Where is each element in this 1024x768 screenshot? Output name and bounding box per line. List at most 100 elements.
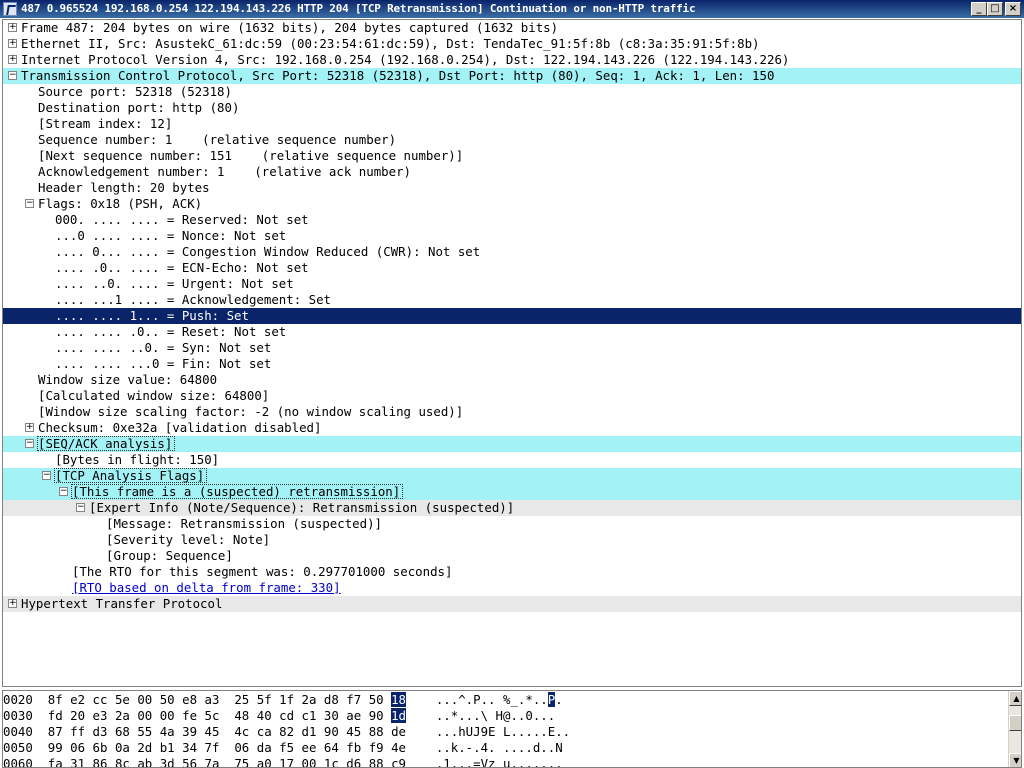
hex-ascii-selected[interactable]: P: [547, 692, 556, 707]
hex-byte[interactable]: 45: [346, 724, 361, 739]
hex-byte[interactable]: 3d: [160, 756, 175, 767]
tree-row-link[interactable]: [RTO based on delta from frame: 330]: [72, 580, 341, 596]
hex-byte[interactable]: 34: [182, 740, 197, 755]
hex-byte[interactable]: 90: [324, 724, 339, 739]
expand-plus-icon[interactable]: +: [25, 423, 34, 432]
hex-byte[interactable]: 55: [137, 724, 152, 739]
packet-details-tree[interactable]: + Frame 487: 204 bytes on wire (1632 bits…: [2, 19, 1022, 687]
hex-byte[interactable]: 4a: [160, 724, 175, 739]
tree-row[interactable]: − Flags: 0x18 (PSH, ACK): [3, 196, 1021, 212]
tree-row[interactable]: + Checksum: 0xe32a [validation disabled]: [3, 420, 1021, 436]
tree-row[interactable]: [Bytes in flight: 150]: [3, 452, 1021, 468]
hex-byte[interactable]: ff: [70, 724, 85, 739]
hex-ascii[interactable]: ...^.P.. %_.*..P.: [436, 692, 563, 707]
tree-row[interactable]: − [Expert Info (Note/Sequence): Retransmi…: [3, 500, 1021, 516]
hex-byte[interactable]: 88: [369, 724, 384, 739]
collapse-minus-icon[interactable]: −: [25, 199, 34, 208]
close-button[interactable]: ×: [1005, 2, 1021, 16]
tree-row[interactable]: + Hypertext Transfer Protocol: [3, 596, 1021, 612]
expand-plus-icon[interactable]: +: [8, 599, 17, 608]
tree-row[interactable]: − Transmission Control Protocol, Src Port…: [3, 68, 1021, 84]
tree-row[interactable]: [Severity level: Note]: [3, 532, 1021, 548]
hex-byte[interactable]: d1: [302, 724, 317, 739]
hex-line[interactable]: 0030 fd 20 e3 2a 00 00 fe 5c 48 40 cd c1…: [3, 708, 555, 724]
hex-scrollbar[interactable]: ▲ ▼: [1008, 691, 1021, 767]
hex-line[interactable]: 0060 fa 31 86 8c ab 3d 56 7a 75 a0 17 00…: [3, 756, 563, 767]
tree-row[interactable]: Sequence number: 1 (relative sequence nu…: [3, 132, 1021, 148]
packet-bytes-pane[interactable]: ▲ ▼ 0020 8f e2 cc 5e 00 50 e8 a3 25 5f 1…: [2, 690, 1022, 768]
hex-byte[interactable]: 99: [48, 740, 63, 755]
tree-row[interactable]: Header length: 20 bytes: [3, 180, 1021, 196]
expand-plus-icon[interactable]: +: [8, 39, 17, 48]
tree-row[interactable]: [RTO based on delta from frame: 330]: [3, 580, 1021, 596]
hex-byte[interactable]: 87: [48, 724, 63, 739]
hex-byte[interactable]: 75: [234, 756, 249, 767]
hex-byte[interactable]: 00: [160, 708, 175, 723]
hex-byte[interactable]: da: [257, 740, 272, 755]
hex-ascii[interactable]: ..*...\ H@..0...: [436, 708, 555, 723]
tree-row[interactable]: 000. .... .... = Reserved: Not set: [3, 212, 1021, 228]
tree-row[interactable]: .... .... 1... = Push: Set: [3, 308, 1021, 324]
tree-row[interactable]: − [SEQ/ACK analysis]: [3, 436, 1021, 452]
collapse-minus-icon[interactable]: −: [8, 71, 17, 80]
hex-byte[interactable]: cd: [279, 708, 294, 723]
hex-byte[interactable]: fb: [346, 740, 361, 755]
hex-byte[interactable]: 1d: [391, 708, 406, 723]
hex-byte[interactable]: 17: [279, 756, 294, 767]
hex-byte[interactable]: 5f: [257, 692, 272, 707]
tree-row[interactable]: + Internet Protocol Version 4, Src: 192.1…: [3, 52, 1021, 68]
tree-row[interactable]: Acknowledgement number: 1 (relative ack …: [3, 164, 1021, 180]
hex-byte[interactable]: fe: [182, 708, 197, 723]
hex-byte[interactable]: d8: [324, 692, 339, 707]
scroll-up-arrow-icon[interactable]: ▲: [1009, 691, 1021, 706]
hex-byte[interactable]: 50: [160, 692, 175, 707]
hex-byte[interactable]: 50: [369, 692, 384, 707]
tree-row[interactable]: Window size value: 64800: [3, 372, 1021, 388]
hex-byte[interactable]: 8c: [115, 756, 130, 767]
tree-row[interactable]: .... ..0. .... = Urgent: Not set: [3, 276, 1021, 292]
hex-byte[interactable]: 7a: [205, 756, 220, 767]
hex-byte[interactable]: 2d: [137, 740, 152, 755]
hex-byte[interactable]: 7f: [205, 740, 220, 755]
hex-line[interactable]: 0040 87 ff d3 68 55 4a 39 45 4c ca 82 d1…: [3, 724, 570, 740]
tree-row[interactable]: [Stream index: 12]: [3, 116, 1021, 132]
tree-row[interactable]: .... .... .0.. = Reset: Not set: [3, 324, 1021, 340]
collapse-minus-icon[interactable]: −: [42, 471, 51, 480]
hex-byte[interactable]: 25: [234, 692, 249, 707]
tree-row[interactable]: Destination port: http (80): [3, 100, 1021, 116]
hex-byte[interactable]: b1: [160, 740, 175, 755]
hex-byte[interactable]: 1c: [324, 756, 339, 767]
hex-byte[interactable]: 0a: [115, 740, 130, 755]
collapse-minus-icon[interactable]: −: [76, 503, 85, 512]
tree-row[interactable]: [Message: Retransmission (suspected)]: [3, 516, 1021, 532]
hex-byte[interactable]: 88: [369, 756, 384, 767]
hex-byte[interactable]: 90: [369, 708, 384, 723]
hex-byte[interactable]: 5c: [205, 708, 220, 723]
tree-row[interactable]: − [This frame is a (suspected) retransmis…: [3, 484, 1021, 500]
tree-row[interactable]: + Ethernet II, Src: AsustekC_61:dc:59 (00…: [3, 36, 1021, 52]
expand-plus-icon[interactable]: +: [8, 23, 17, 32]
tree-row[interactable]: .... .... ..0. = Syn: Not set: [3, 340, 1021, 356]
hex-byte[interactable]: 39: [182, 724, 197, 739]
tree-row[interactable]: [Next sequence number: 151 (relative seq…: [3, 148, 1021, 164]
hex-byte[interactable]: a0: [257, 756, 272, 767]
hex-byte[interactable]: d6: [346, 756, 361, 767]
hex-line[interactable]: 0020 8f e2 cc 5e 00 50 e8 a3 25 5f 1f 2a…: [3, 692, 563, 708]
tree-row[interactable]: [The RTO for this segment was: 0.2977010…: [3, 564, 1021, 580]
hex-byte[interactable]: 8f: [48, 692, 63, 707]
hex-byte[interactable]: 4e: [391, 740, 406, 755]
hex-ascii[interactable]: ..k.-.4. ....d..N: [436, 740, 563, 755]
hex-byte[interactable]: 6b: [93, 740, 108, 755]
hex-byte[interactable]: 00: [137, 708, 152, 723]
hex-byte[interactable]: ca: [257, 724, 272, 739]
hex-byte[interactable]: e3: [93, 708, 108, 723]
hex-byte[interactable]: 2a: [115, 708, 130, 723]
hex-byte[interactable]: 64: [324, 740, 339, 755]
hex-byte[interactable]: f7: [346, 692, 361, 707]
hex-byte[interactable]: 1f: [279, 692, 294, 707]
scroll-thumb[interactable]: [1009, 715, 1021, 731]
collapse-minus-icon[interactable]: −: [59, 487, 68, 496]
hex-ascii[interactable]: ...hUJ9E L.....E..: [436, 724, 570, 739]
tree-row[interactable]: Source port: 52318 (52318): [3, 84, 1021, 100]
hex-byte[interactable]: 56: [182, 756, 197, 767]
